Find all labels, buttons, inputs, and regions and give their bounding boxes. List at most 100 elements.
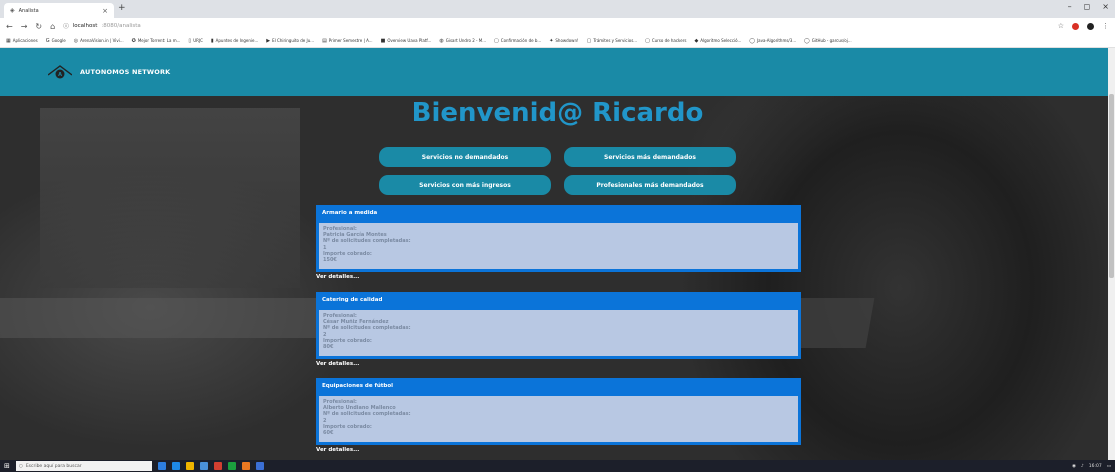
file-explorer-icon[interactable] [185, 462, 194, 470]
reload-icon[interactable]: ↻ [35, 22, 42, 31]
amount-value: 80€ [323, 344, 334, 351]
app-icon[interactable] [213, 462, 222, 470]
service-card: Catering de calidad Profesional: César M… [316, 292, 801, 367]
tab-close-icon[interactable]: × [102, 7, 108, 15]
apps-grid-icon: ▦ [6, 37, 11, 44]
browser-toolbar: ← → ↻ ⌂ ⓘ localhost:8080/analista ☆ ⋮ [0, 18, 1115, 34]
store-icon[interactable] [199, 462, 208, 470]
bookmark-label: Google [51, 38, 66, 43]
page-favicon-icon: ◈ [10, 7, 15, 14]
url-host: localhost [72, 23, 98, 29]
network-icon[interactable]: ◉ [1072, 464, 1076, 469]
site-brand[interactable]: AUTONOMOS NETWORK [80, 68, 170, 76]
servicios-mas-ingresos-button[interactable]: Servicios con más ingresos [379, 175, 551, 195]
profile-avatar[interactable] [1087, 22, 1094, 30]
ver-detalles-link[interactable]: Ver detalles... [316, 274, 801, 280]
toolbar-right: ☆ ⋮ [1058, 22, 1109, 30]
windows-taskbar: ⊞ ○ Escribe aquí para buscar ◉ ♪ 16:07 ▭ [0, 460, 1115, 472]
bookmark-item[interactable]: ▯ URJC [188, 38, 202, 44]
site-navbar: A AUTONOMOS NETWORK [0, 48, 1115, 96]
service-card-title: Armario a medida [316, 205, 801, 221]
ver-detalles-link[interactable]: Ver detalles... [316, 361, 801, 367]
chrome-icon[interactable] [227, 462, 236, 470]
bookmark-item[interactable]: ▢ Confirmación de b... [494, 38, 541, 44]
bookmark-item[interactable]: ▢ Trámites y Servicios... [587, 38, 638, 44]
urjc-icon: ▯ [188, 37, 192, 44]
bookmark-item[interactable]: ▶ El Chiringuito de Ju... [266, 38, 314, 44]
info-icon[interactable]: ⓘ [63, 22, 69, 30]
address-bar[interactable]: ⓘ localhost:8080/analista [63, 22, 141, 30]
service-card: Armario a medida Profesional: Patricia G… [316, 205, 801, 280]
bookmark-item[interactable]: ◯ GitHub - garcus/oj... [804, 38, 852, 44]
maximize-button[interactable]: ◻ [1084, 2, 1091, 11]
bookmark-item[interactable]: ✪ Mejor Torrent: La m... [132, 38, 181, 44]
minimize-button[interactable]: – [1068, 2, 1072, 11]
new-tab-button[interactable]: + [118, 3, 126, 13]
taskbar-search[interactable]: ○ Escribe aquí para buscar [15, 461, 152, 471]
clock[interactable]: 16:07 [1089, 464, 1102, 469]
windows-start-icon[interactable]: ⊞ [4, 462, 10, 470]
scrollbar-thumb[interactable] [1109, 94, 1114, 278]
home-icon[interactable]: ⌂ [50, 22, 55, 31]
site-logo-icon[interactable]: A [48, 63, 72, 81]
menu-dots-icon[interactable]: ⋮ [1102, 22, 1109, 30]
word-icon[interactable] [255, 462, 264, 470]
bookmark-item[interactable]: ▦ Aplicaciones [6, 38, 38, 44]
bookmark-item[interactable]: ◍ Gisart Undro 2 - M... [439, 38, 486, 44]
bookmark-item[interactable]: ▤ Primer Semestre | A... [322, 38, 373, 44]
app-icon[interactable] [241, 462, 250, 470]
github-icon: ◯ [804, 37, 810, 44]
amount-value: 60€ [323, 430, 334, 437]
calendar-icon: ▤ [322, 37, 327, 44]
servicios-no-demandados-button[interactable]: Servicios no demandados [379, 147, 551, 167]
service-card-body: Profesional: César Muñiz Fernández Nº de… [316, 308, 801, 359]
window-controls: – ◻ × [1068, 2, 1109, 11]
bookmark-item[interactable]: ✦ Showdown! [549, 38, 578, 44]
bookmark-item[interactable]: ■ Overview Uava Platf... [381, 38, 432, 44]
bookmark-item[interactable]: ◆ Algoritmo Selecció... [694, 38, 741, 44]
close-window-button[interactable]: × [1102, 2, 1109, 11]
taskbar-search-placeholder: Escribe aquí para buscar [25, 463, 82, 469]
bookmark-label: Showdown! [555, 38, 579, 43]
star-bookmark-icon[interactable]: ☆ [1058, 22, 1064, 30]
extension-icon[interactable] [1072, 22, 1079, 30]
service-card: Equipaciones de fútbol Profesional: Albe… [316, 378, 801, 453]
tab-title: Analista [18, 7, 39, 14]
servicios-mas-demandados-button[interactable]: Servicios más demandados [564, 147, 736, 167]
url-path: :8080/analista [101, 23, 141, 29]
taskview-icon[interactable] [157, 462, 166, 470]
edge-icon[interactable] [171, 462, 180, 470]
bookmark-label: ArenaVision.in | Vivi... [80, 38, 124, 43]
amount-value: 150€ [323, 257, 337, 264]
showdown-icon: ✦ [549, 37, 554, 44]
forward-arrow-icon[interactable]: → [21, 22, 28, 31]
page-viewport: A AUTONOMOS NETWORK Bienvenid@ Ricardo S… [0, 48, 1115, 460]
bookmark-item[interactable]: ▮ Apuntes de Ingenie... [211, 38, 258, 44]
profesionales-mas-demandados-button[interactable]: Profesionales más demandados [564, 175, 736, 195]
bookmark-label: Aplicaciones [12, 38, 38, 43]
browser-tab[interactable]: ◈ Analista × [4, 3, 114, 18]
page-scrollbar[interactable] [1108, 48, 1115, 460]
ver-detalles-link[interactable]: Ver detalles... [316, 447, 801, 453]
notes-icon: ▮ [210, 37, 214, 44]
page-icon: ▢ [494, 37, 499, 44]
search-icon: ○ [18, 463, 23, 469]
bookmark-item[interactable]: ◯ Java-Algorithms/3... [749, 38, 796, 44]
service-card-body: Profesional: Alberto Undiano Mallenco Nº… [316, 394, 801, 445]
back-arrow-icon[interactable]: ← [6, 22, 13, 31]
google-icon: G [45, 37, 50, 44]
bookmark-item[interactable]: ▢ Curso de hackers [645, 38, 686, 44]
system-tray: ◉ ♪ 16:07 ▭ [1072, 464, 1111, 469]
bg-wall [40, 108, 300, 288]
bookmark-label: Trámites y Servicios... [593, 38, 638, 43]
page-icon: ▢ [586, 37, 592, 44]
bg-table [0, 298, 340, 338]
notifications-icon[interactable]: ▭ [1107, 464, 1111, 469]
youtube-icon: ▶ [266, 37, 271, 44]
torrent-icon: ✪ [131, 37, 136, 44]
bookmark-label: Java-Algorithms/3... [756, 38, 797, 43]
bookmark-item[interactable]: ◎ ArenaVision.in | Vivi... [74, 38, 124, 44]
volume-icon[interactable]: ♪ [1081, 464, 1084, 469]
bookmark-label: Primer Semestre | A... [328, 38, 373, 43]
bookmark-item[interactable]: G Google [46, 38, 66, 44]
